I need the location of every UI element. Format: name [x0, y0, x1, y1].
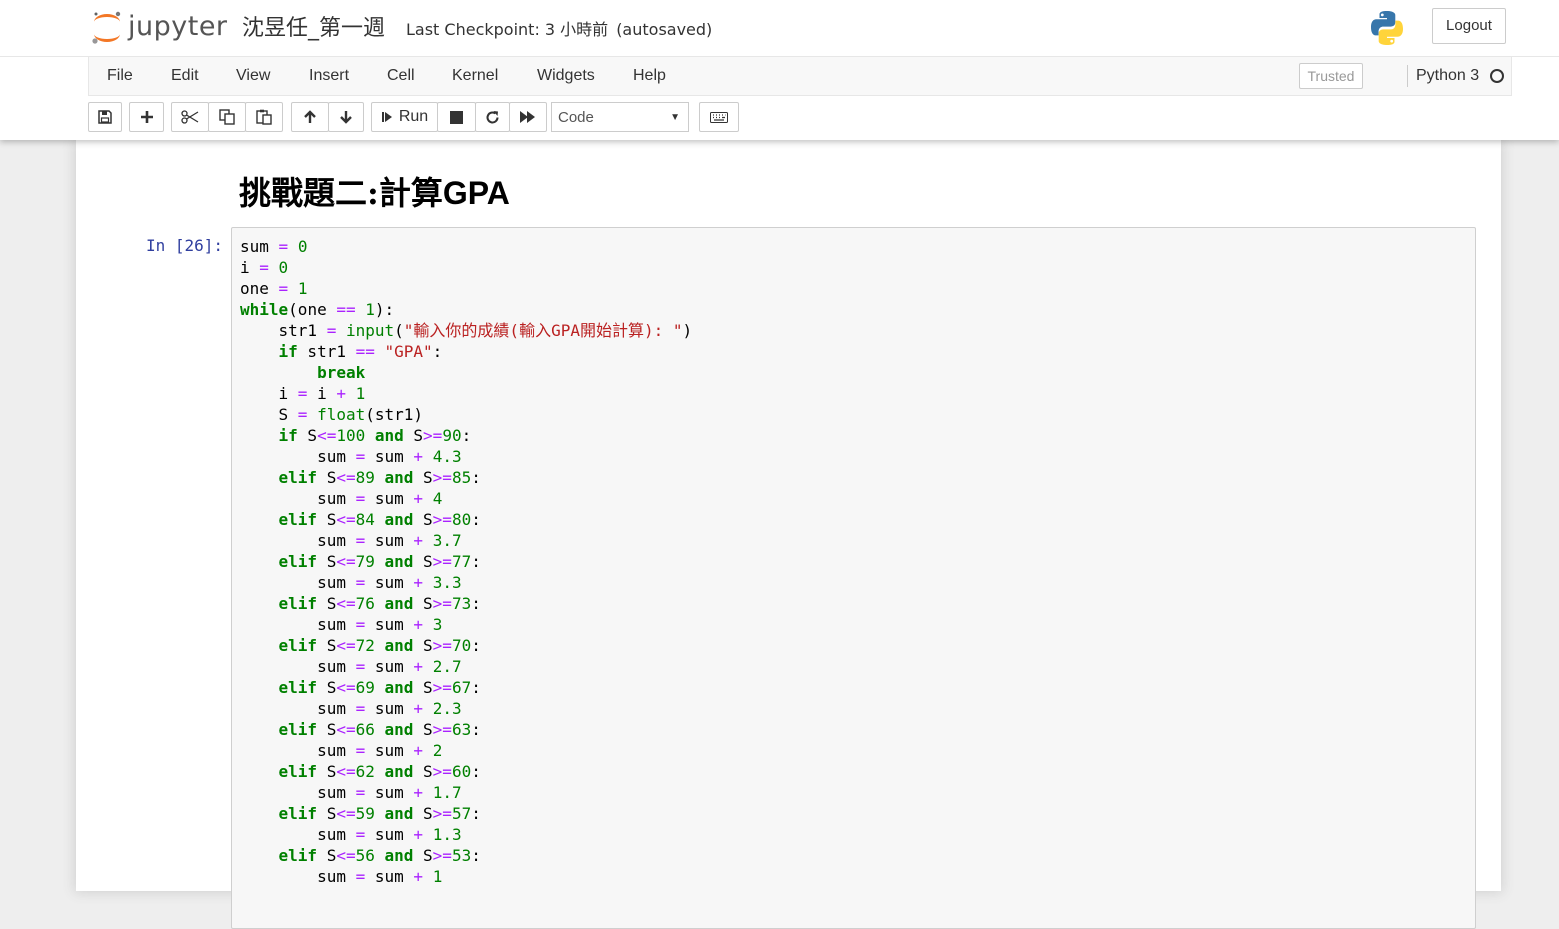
run-button[interactable]: Run	[371, 102, 438, 132]
toolbar: Run Code ▼	[0, 102, 1559, 134]
menu-view[interactable]: View	[236, 67, 270, 85]
cut-button[interactable]	[171, 102, 209, 132]
notebook-name[interactable]: 沈昱任_第一週	[242, 10, 385, 42]
move-down-button[interactable]	[328, 102, 364, 132]
logo-text: jupyter	[128, 11, 228, 42]
cut-icon	[181, 110, 199, 124]
menu-file[interactable]: File	[107, 67, 133, 85]
restart-run-all-button[interactable]	[509, 102, 547, 132]
kernel-idle-icon	[1490, 69, 1504, 83]
logout-button[interactable]: Logout	[1432, 8, 1506, 44]
python-logo-icon	[1371, 11, 1403, 45]
arrow-down-icon	[340, 111, 352, 124]
code-cell-editor[interactable]: sum = 0 i = 0 one = 1 while(one == 1): s…	[231, 227, 1476, 929]
copy-button[interactable]	[208, 102, 246, 132]
plus-icon	[140, 111, 153, 123]
cell-type-select[interactable]: Code ▼	[551, 102, 689, 132]
jupyter-logo[interactable]: jupyter	[90, 8, 230, 48]
checkpoint-text: Last Checkpoint: 3 小時前	[406, 20, 609, 39]
copy-icon	[219, 109, 235, 125]
autosaved-text: (autosaved)	[616, 20, 713, 39]
insert-cell-button[interactable]	[129, 102, 164, 132]
kernel-separator	[1407, 65, 1408, 87]
fast-forward-icon	[520, 111, 535, 123]
menu-edit[interactable]: Edit	[171, 67, 199, 85]
notebook-container: 挑戰題二:計算GPA In [26]: sum = 0 i = 0 one = …	[76, 140, 1501, 929]
trusted-indicator[interactable]: Trusted	[1299, 63, 1363, 89]
paste-button[interactable]	[245, 102, 283, 132]
code-text[interactable]: sum = 0 i = 0 one = 1 while(one == 1): s…	[240, 236, 692, 887]
save-icon	[98, 110, 112, 124]
menu-help[interactable]: Help	[633, 67, 666, 85]
stop-icon	[450, 110, 463, 124]
keyboard-icon	[710, 111, 728, 123]
menu-insert[interactable]: Insert	[309, 67, 349, 85]
menu-kernel[interactable]: Kernel	[452, 67, 498, 85]
checkpoint-status: Last Checkpoint: 3 小時前 (autosaved)	[406, 16, 712, 40]
markdown-cell-heading[interactable]: 挑戰題二:計算GPA	[239, 168, 510, 214]
refresh-icon	[486, 110, 499, 123]
cell-type-value: Code	[558, 109, 594, 126]
restart-button[interactable]	[475, 102, 510, 132]
input-prompt: In [26]:	[146, 236, 224, 255]
run-label: Run	[398, 108, 429, 125]
menu-cell[interactable]: Cell	[387, 67, 415, 85]
step-forward-icon	[381, 112, 392, 122]
chevron-down-icon: ▼	[670, 112, 680, 123]
heading-text-cn: 挑戰題二:計算	[239, 174, 443, 212]
jupyter-logo-icon	[92, 11, 121, 44]
move-up-button[interactable]	[291, 102, 329, 132]
menu-bar: File Edit View Insert Cell Kernel Widget…	[88, 57, 1512, 96]
notebook-header: jupyter 沈昱任_第一週 Last Checkpoint: 3 小時前 (a…	[0, 0, 1559, 140]
heading-text-latin: GPA	[442, 175, 510, 211]
menu-widgets[interactable]: Widgets	[537, 67, 595, 85]
kernel-name: Python 3	[1416, 67, 1480, 84]
top-bar: jupyter 沈昱任_第一週 Last Checkpoint: 3 小時前 (a…	[0, 0, 1559, 57]
interrupt-button[interactable]	[437, 102, 476, 132]
paste-icon	[256, 109, 272, 125]
command-palette-button[interactable]	[699, 102, 739, 132]
save-button[interactable]	[88, 102, 122, 132]
arrow-up-icon	[304, 110, 316, 123]
